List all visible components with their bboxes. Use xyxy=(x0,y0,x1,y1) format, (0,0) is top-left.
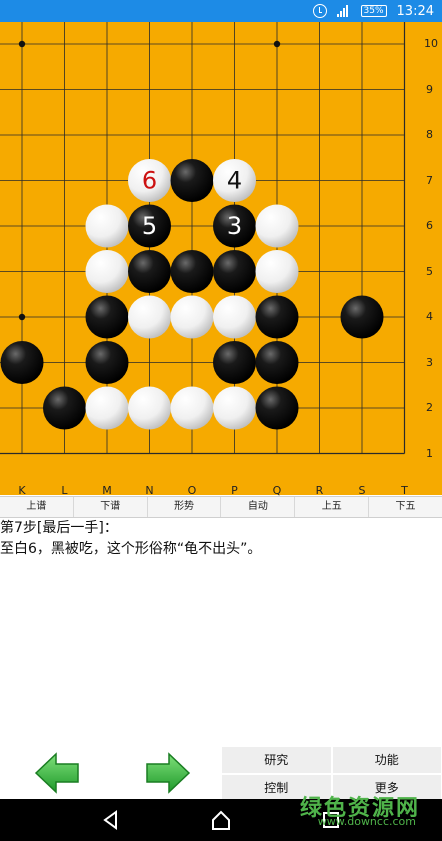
black-stone[interactable]: 5 xyxy=(128,204,171,248)
home-icon[interactable] xyxy=(210,809,232,831)
white-stone[interactable] xyxy=(170,295,214,339)
function-button[interactable]: 功能 xyxy=(331,746,442,774)
auto-play-button[interactable]: 自动 xyxy=(221,497,296,517)
forward-arrow-icon[interactable] xyxy=(145,751,191,795)
board-grid[interactable]: 6 4 5 3 xyxy=(0,22,442,495)
white-stone[interactable] xyxy=(170,386,214,430)
prev-five-button[interactable]: 上五 xyxy=(295,497,370,517)
white-stone[interactable] xyxy=(85,250,129,293)
black-stone[interactable] xyxy=(170,250,214,293)
row-label: 5 xyxy=(426,264,433,278)
black-stone[interactable] xyxy=(0,341,44,384)
row-label: 10 xyxy=(424,37,438,50)
battery-icon: 35% xyxy=(360,5,387,17)
watermark-url: www.downcc.com xyxy=(317,815,416,828)
navigation-toolbar: 上谱 下谱 形势 自动 上五 下五 xyxy=(0,496,442,518)
black-stone[interactable]: 3 xyxy=(213,204,256,248)
black-stone[interactable] xyxy=(213,250,256,293)
prev-move-button[interactable]: 上谱 xyxy=(0,497,74,517)
comment-title: 第7步[最后一手]： xyxy=(0,520,118,536)
row-label: 1 xyxy=(426,446,433,460)
next-five-button[interactable]: 下五 xyxy=(369,497,442,517)
move-number: 5 xyxy=(142,212,157,240)
go-board[interactable]: 6 4 5 3 10 9 8 7 6 5 4 3 2 1 xyxy=(0,22,442,495)
column-labels: KLMNOPQRST xyxy=(0,484,442,497)
black-stone[interactable] xyxy=(43,386,86,430)
next-move-button[interactable]: 下谱 xyxy=(74,497,148,517)
black-stone[interactable] xyxy=(255,341,299,384)
black-stone[interactable] xyxy=(213,341,256,384)
black-stone[interactable] xyxy=(255,295,299,339)
black-stone[interactable] xyxy=(170,159,214,202)
row-label: 4 xyxy=(426,310,433,323)
clock: 13:24 xyxy=(396,3,434,19)
status-bar: 35% 13:24 xyxy=(0,0,442,22)
comment-text: 至白6，黑被吃，这个形俗称“龟不出头”。 xyxy=(0,541,262,557)
white-stone[interactable] xyxy=(255,250,299,293)
back-icon[interactable] xyxy=(100,809,122,831)
white-stone[interactable] xyxy=(255,204,299,248)
white-stone[interactable]: 6 xyxy=(128,159,171,202)
white-stone[interactable] xyxy=(213,386,256,430)
row-label: 2 xyxy=(426,401,433,414)
move-number: 6 xyxy=(142,167,157,195)
row-label: 7 xyxy=(426,173,433,187)
alarm-icon xyxy=(312,4,327,18)
move-number: 4 xyxy=(227,167,242,195)
signal-icon xyxy=(336,5,351,17)
move-number: 3 xyxy=(227,212,242,240)
black-stone[interactable] xyxy=(340,295,384,339)
white-stone[interactable] xyxy=(213,295,256,339)
white-stone[interactable] xyxy=(85,204,129,248)
black-stone[interactable] xyxy=(255,386,299,430)
move-comment: 第7步[最后一手]： 至白6，黑被吃，这个形俗称“龟不出头”。 xyxy=(0,518,442,560)
white-stone[interactable] xyxy=(128,386,171,430)
status-icons: 35% 13:24 xyxy=(312,0,434,22)
black-stone[interactable] xyxy=(85,341,129,384)
situation-button[interactable]: 形势 xyxy=(148,497,222,517)
black-stone[interactable] xyxy=(85,295,129,339)
black-stone[interactable] xyxy=(128,250,171,293)
white-stone[interactable] xyxy=(85,386,129,430)
row-label: 6 xyxy=(426,219,433,232)
back-arrow-icon[interactable] xyxy=(34,751,80,795)
star-point xyxy=(18,313,26,321)
star-point xyxy=(273,40,281,48)
research-button[interactable]: 研究 xyxy=(221,746,332,774)
row-label: 3 xyxy=(426,355,433,369)
white-stone[interactable]: 4 xyxy=(213,159,256,202)
row-label: 9 xyxy=(426,82,433,96)
star-point xyxy=(18,40,26,48)
white-stone[interactable] xyxy=(128,295,171,339)
row-label: 8 xyxy=(426,128,433,141)
